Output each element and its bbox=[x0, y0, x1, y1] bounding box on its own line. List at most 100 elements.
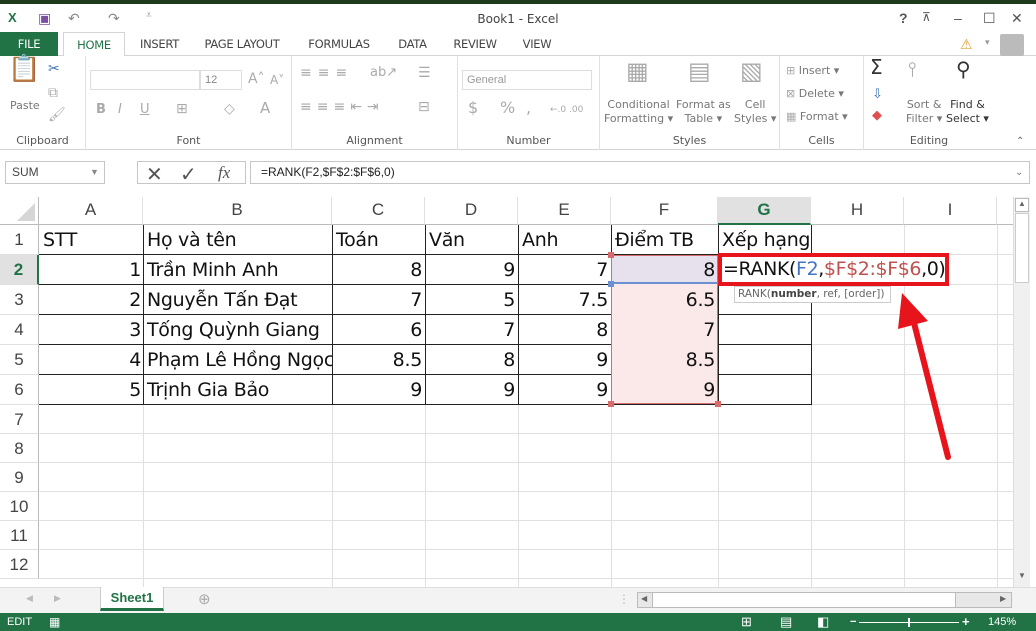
next-sheet-icon[interactable]: ▶ bbox=[54, 593, 61, 604]
cell-e3[interactable]: 7.5 bbox=[519, 285, 611, 315]
format-as-table-button[interactable]: Format as Table ▾ bbox=[676, 98, 731, 126]
close-button[interactable]: ✕ bbox=[1011, 10, 1023, 27]
row-header-10[interactable]: 10 bbox=[0, 492, 39, 521]
insert-function-button[interactable]: fx bbox=[218, 163, 230, 183]
clear-icon[interactable]: ◆ bbox=[872, 109, 882, 123]
name-box-dropdown-icon[interactable]: ▼ bbox=[90, 167, 99, 177]
cell-f2[interactable]: 8 bbox=[612, 255, 718, 285]
comma-button[interactable]: , bbox=[526, 100, 531, 116]
row-header-11[interactable]: 11 bbox=[0, 521, 39, 550]
cell-a4[interactable]: 3 bbox=[40, 315, 144, 345]
macro-recording-icon[interactable]: ▦ bbox=[49, 613, 60, 631]
cell-f3[interactable]: 6.5 bbox=[612, 285, 718, 315]
row-header-8[interactable]: 8 bbox=[0, 434, 39, 463]
cell-e6[interactable]: 9 bbox=[519, 375, 611, 405]
cancel-button[interactable]: ✕ bbox=[146, 162, 163, 187]
range-handle[interactable] bbox=[608, 252, 614, 258]
currency-button[interactable]: $ bbox=[468, 100, 478, 116]
tooltip-current-arg[interactable]: number bbox=[771, 288, 817, 300]
cell-styles-icon[interactable]: ▧ bbox=[740, 59, 763, 83]
zoom-out-button[interactable]: − bbox=[850, 613, 856, 631]
column-header-e[interactable]: E bbox=[518, 197, 611, 225]
cell-styles-button[interactable]: Cell Styles ▾ bbox=[734, 98, 776, 126]
range-handle[interactable] bbox=[608, 401, 614, 407]
cell-c1[interactable]: Toán bbox=[333, 225, 425, 255]
prev-sheet-icon[interactable]: ◀ bbox=[26, 593, 33, 604]
cell-d2[interactable]: 9 bbox=[426, 255, 518, 285]
horizontal-scrollbar[interactable]: ◀ bbox=[637, 592, 1012, 608]
cell-f6[interactable]: 9 bbox=[612, 375, 718, 405]
cut-icon[interactable]: ✂ bbox=[48, 62, 60, 76]
tab-split-handle[interactable]: ⋮ bbox=[618, 592, 630, 606]
vertical-scroll-thumb[interactable] bbox=[1015, 213, 1029, 283]
horizontal-align-icons[interactable]: ≡≡≡⇤⇥ bbox=[300, 100, 384, 114]
cell-c6[interactable]: 9 bbox=[333, 375, 425, 405]
fill-icon[interactable]: ⇩ bbox=[872, 88, 883, 102]
cell-b6[interactable]: Trịnh Gia Bảo bbox=[144, 375, 332, 405]
scroll-left-icon[interactable]: ◀ bbox=[641, 594, 647, 603]
insert-cells-button[interactable]: ⊞ Insert ▾ bbox=[786, 64, 839, 78]
find-select-button[interactable]: Find & Select ▾ bbox=[946, 98, 989, 126]
vertical-scrollbar[interactable]: ▲ ▼ bbox=[1013, 197, 1030, 587]
percent-button[interactable]: % bbox=[500, 100, 515, 116]
font-name-select[interactable] bbox=[90, 70, 200, 90]
conditional-formatting-button[interactable]: Conditional Formatting ▾ bbox=[604, 98, 673, 126]
tab-home[interactable]: HOME bbox=[63, 32, 125, 57]
cell-a5[interactable]: 4 bbox=[40, 345, 144, 375]
ribbon-display-icon[interactable]: ⊼ bbox=[922, 10, 931, 24]
cell-c2[interactable]: 8 bbox=[333, 255, 425, 285]
tab-formulas[interactable]: FORMULAS bbox=[300, 32, 378, 56]
cell-e5[interactable]: 9 bbox=[519, 345, 611, 375]
help-icon[interactable]: ? bbox=[899, 10, 908, 26]
cell-g1[interactable]: Xếp hạng bbox=[719, 225, 811, 255]
cell-b1[interactable]: Họ và tên bbox=[144, 225, 332, 255]
cell-b2[interactable]: Trần Minh Anh bbox=[144, 255, 332, 285]
underline-button[interactable]: U bbox=[140, 103, 150, 117]
maximize-button[interactable]: ☐ bbox=[983, 10, 996, 27]
sort-filter-icon[interactable]: ⫯ bbox=[908, 59, 917, 79]
cell-a6[interactable]: 5 bbox=[40, 375, 144, 405]
cell-c3[interactable]: 7 bbox=[333, 285, 425, 315]
row-header-2[interactable]: 2 bbox=[0, 255, 39, 285]
row-header-12[interactable]: 12 bbox=[0, 550, 39, 579]
scroll-up-icon[interactable]: ▲ bbox=[1015, 198, 1029, 212]
expand-formula-icon[interactable]: ⌄ bbox=[1015, 167, 1023, 178]
tab-data[interactable]: DATA bbox=[390, 32, 435, 56]
select-all-corner[interactable] bbox=[0, 197, 39, 225]
enter-button[interactable]: ✓ bbox=[180, 162, 197, 187]
warning-icon[interactable]: ⚠ bbox=[960, 36, 973, 53]
cell-e1[interactable]: Anh bbox=[519, 225, 611, 255]
bold-button[interactable]: B bbox=[96, 103, 106, 117]
zoom-slider-thumb[interactable] bbox=[908, 618, 910, 627]
vertical-align-icons[interactable]: ≡≡≡ bbox=[300, 66, 353, 80]
cell-f4[interactable]: 7 bbox=[612, 315, 718, 345]
decimal-icons[interactable]: ←.0 .00 bbox=[550, 103, 583, 117]
page-layout-view-icon[interactable]: ▤ bbox=[780, 613, 792, 631]
find-select-icon[interactable]: ⚲ bbox=[956, 59, 971, 79]
column-header-i[interactable]: I bbox=[904, 197, 997, 225]
font-size-select[interactable]: 12 bbox=[200, 70, 242, 90]
cell-d1[interactable]: Văn bbox=[426, 225, 518, 255]
number-format-select[interactable]: General bbox=[462, 70, 592, 90]
scroll-down-icon[interactable]: ▼ bbox=[1015, 571, 1029, 585]
avatar[interactable] bbox=[1000, 34, 1024, 56]
add-sheet-icon[interactable]: ⊕ bbox=[198, 590, 211, 608]
page-break-view-icon[interactable]: ◧ bbox=[817, 613, 829, 631]
fill-color-icon[interactable]: ◇ bbox=[224, 102, 235, 116]
tab-review[interactable]: REVIEW bbox=[447, 32, 503, 56]
horizontal-scroll-thumb[interactable] bbox=[652, 593, 956, 607]
copy-icon[interactable]: ⧉ bbox=[48, 86, 58, 100]
paste-icon[interactable]: 📋 bbox=[8, 56, 40, 82]
account-dropdown-icon[interactable]: ▾ bbox=[985, 37, 990, 48]
cell-d4[interactable]: 7 bbox=[426, 315, 518, 345]
autosum-button[interactable]: Σ bbox=[870, 57, 883, 77]
cell-f1[interactable]: Điểm TB bbox=[612, 225, 718, 255]
formula-input[interactable]: =RANK(F2,$F$2:$F$6,0) bbox=[250, 161, 1030, 184]
row-header-1[interactable]: 1 bbox=[0, 225, 39, 255]
cell-b5[interactable]: Phạm Lê Hồng Ngọc bbox=[144, 345, 332, 375]
row-header-3[interactable]: 3 bbox=[0, 285, 39, 315]
row-header-9[interactable]: 9 bbox=[0, 463, 39, 492]
zoom-in-button[interactable]: + bbox=[962, 613, 970, 631]
cell-d5[interactable]: 8 bbox=[426, 345, 518, 375]
column-header-h[interactable]: H bbox=[811, 197, 904, 225]
